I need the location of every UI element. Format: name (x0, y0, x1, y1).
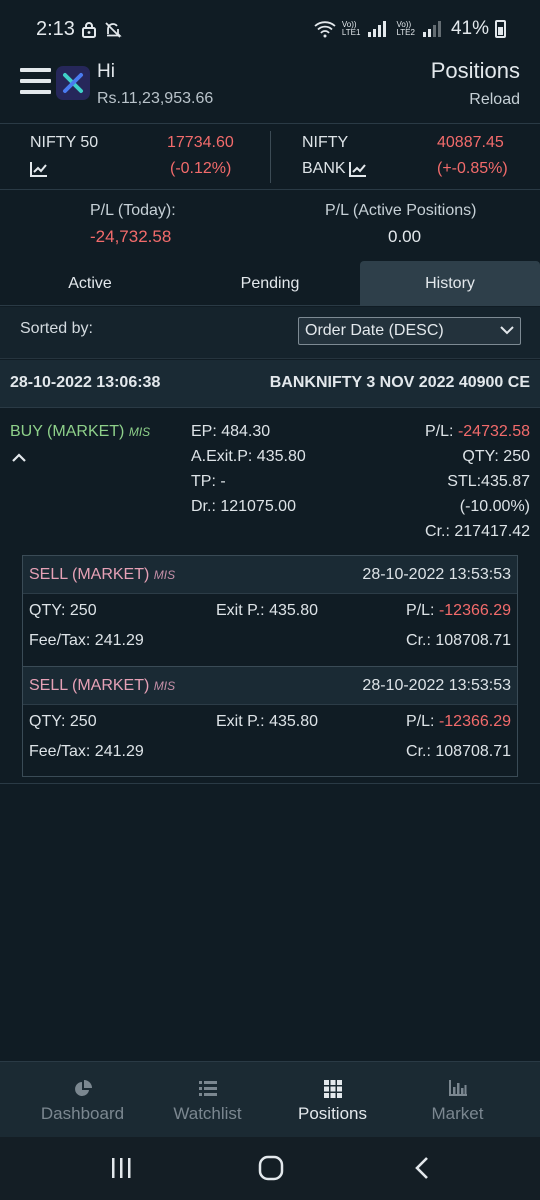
nifty-change: (-0.12%) (170, 160, 232, 177)
fill-qty: QTY: 250 (29, 713, 97, 730)
fill-side: SELL (MARKET) MIS (29, 566, 176, 583)
list-divider (0, 783, 540, 784)
tab-pending[interactable]: Pending (180, 261, 360, 306)
trade-qty: QTY: 250 (462, 448, 530, 465)
trade-side: BUY (MARKET) MIS (10, 423, 151, 440)
banknifty-chart-icon[interactable] (349, 161, 367, 177)
pl-summary: P/L (Today): -24,732.58 P/L (Active Posi… (0, 190, 540, 260)
exit-fills: SELL (MARKET) MIS 28-10-2022 13:53:53 QT… (22, 555, 518, 777)
pl-active-label: P/L (Active Positions) (325, 202, 477, 219)
fill-fee: Fee/Tax: 241.29 (29, 632, 144, 649)
nav-watchlist[interactable]: Watchlist (145, 1062, 270, 1138)
bar-chart-icon (448, 1080, 467, 1096)
nav-market[interactable]: Market (395, 1062, 520, 1138)
trade-stl: STL:435.87 (447, 473, 530, 490)
pl-today-value: -24,732.58 (90, 227, 172, 246)
lock-icon (82, 22, 96, 38)
sort-bar: Sorted by: Order Date (DESC) (0, 307, 540, 359)
nifty-name: NIFTY 50 (30, 134, 99, 151)
signal-1-icon (368, 21, 387, 37)
sort-select-value: Order Date (DESC) (305, 322, 444, 339)
nav-positions[interactable]: Positions (270, 1062, 395, 1138)
nav-dashboard[interactable]: Dashboard (20, 1062, 145, 1138)
trade-pl: P/L: -24732.58 (425, 423, 530, 440)
fill-row: SELL (MARKET) MIS 28-10-2022 13:53:53 QT… (23, 556, 517, 666)
pl-active-value: 0.00 (388, 227, 422, 246)
home-icon[interactable] (258, 1155, 284, 1181)
fill-credit: Cr.: 108708.71 (406, 632, 511, 649)
grid-icon (323, 1080, 342, 1098)
trade-credit: Cr.: 217417.42 (425, 523, 530, 540)
trade-debit: Dr.: 121075.00 (191, 498, 296, 515)
fill-credit: Cr.: 108708.71 (406, 743, 511, 760)
banknifty-name-line2: BANK (302, 160, 346, 177)
tab-active[interactable]: Active (0, 261, 180, 306)
fill-exit-price: Exit P.: 435.80 (216, 602, 318, 619)
app-header: Hi Rs.11,23,953.66 Positions Reload (0, 58, 540, 122)
positions-tabs: Active Pending History (0, 261, 540, 306)
banknifty-name-line1: NIFTY (302, 134, 349, 151)
status-icons: Vo)) LTE1 Vo)) LTE2 41% (314, 18, 506, 40)
sort-select[interactable]: Order Date (DESC) (298, 317, 521, 345)
page-title: Positions (430, 58, 520, 83)
system-nav (0, 1137, 540, 1200)
notifications-off-icon (105, 22, 122, 38)
account-balance: Rs.11,23,953.66 (97, 90, 214, 107)
list-icon (198, 1081, 217, 1096)
trade-stl-percent: (-10.00%) (459, 498, 530, 515)
wifi-icon (314, 21, 336, 38)
fill-side: SELL (MARKET) MIS (29, 677, 176, 694)
nifty-value: 17734.60 (167, 134, 234, 151)
nifty-chart-icon[interactable] (30, 161, 48, 177)
fill-header: SELL (MARKET) MIS 28-10-2022 13:53:53 (23, 556, 517, 594)
pie-chart-icon (74, 1080, 92, 1096)
fill-pl: P/L: -12366.29 (406, 602, 511, 619)
banknifty-change: (+-0.85%) (437, 160, 508, 177)
trade-date: 28-10-2022 13:06:38 (10, 374, 161, 391)
signal-2-icon (422, 21, 441, 37)
trade-avg-exit: A.Exit.P: 435.80 (191, 448, 306, 465)
trade-header[interactable]: 28-10-2022 13:06:38 BANKNIFTY 3 NOV 2022… (0, 360, 540, 408)
fill-pl: P/L: -12366.29 (406, 713, 511, 730)
tab-history[interactable]: History (360, 261, 540, 306)
fill-time: 28-10-2022 13:53:53 (362, 677, 511, 694)
indices-panel: NIFTY 50 17734.60 (-0.12%) NIFTY BANK 40… (0, 123, 540, 190)
battery-percent: 41% (450, 18, 489, 39)
fill-row: SELL (MARKET) MIS 28-10-2022 13:53:53 QT… (23, 666, 517, 776)
app-logo (56, 66, 90, 100)
fill-qty: QTY: 250 (29, 602, 97, 619)
fill-fee: Fee/Tax: 241.29 (29, 743, 144, 760)
recent-apps-icon[interactable] (110, 1157, 132, 1179)
collapse-chevron-icon[interactable] (12, 453, 26, 462)
banknifty-value: 40887.45 (437, 134, 504, 151)
battery-icon (495, 20, 506, 38)
trade-tp: TP: - (191, 473, 226, 490)
back-icon[interactable] (414, 1156, 430, 1180)
trade-symbol: BANKNIFTY 3 NOV 2022 40900 CE (269, 374, 530, 391)
trade-ep: EP: 484.30 (191, 423, 271, 440)
fill-time: 28-10-2022 13:53:53 (362, 566, 511, 583)
clock: 2:13 (36, 18, 75, 40)
bottom-nav: Dashboard Watchlist Positions Market (0, 1061, 540, 1137)
sim1-label: Vo)) LTE1 (341, 20, 361, 37)
greeting: Hi (97, 61, 115, 82)
sim2-label: Vo)) LTE2 (396, 20, 415, 37)
menu-icon[interactable] (20, 68, 51, 94)
indices-divider (270, 131, 271, 183)
reload-button[interactable]: Reload (469, 91, 520, 109)
sort-label: Sorted by: (20, 320, 93, 337)
fill-exit-price: Exit P.: 435.80 (216, 713, 318, 730)
chevron-down-icon (500, 326, 514, 335)
fill-header: SELL (MARKET) MIS 28-10-2022 13:53:53 (23, 667, 517, 705)
pl-today-label: P/L (Today): (90, 202, 176, 219)
status-bar: 2:13 Vo)) LTE1 Vo)) LTE2 41% (0, 0, 540, 58)
